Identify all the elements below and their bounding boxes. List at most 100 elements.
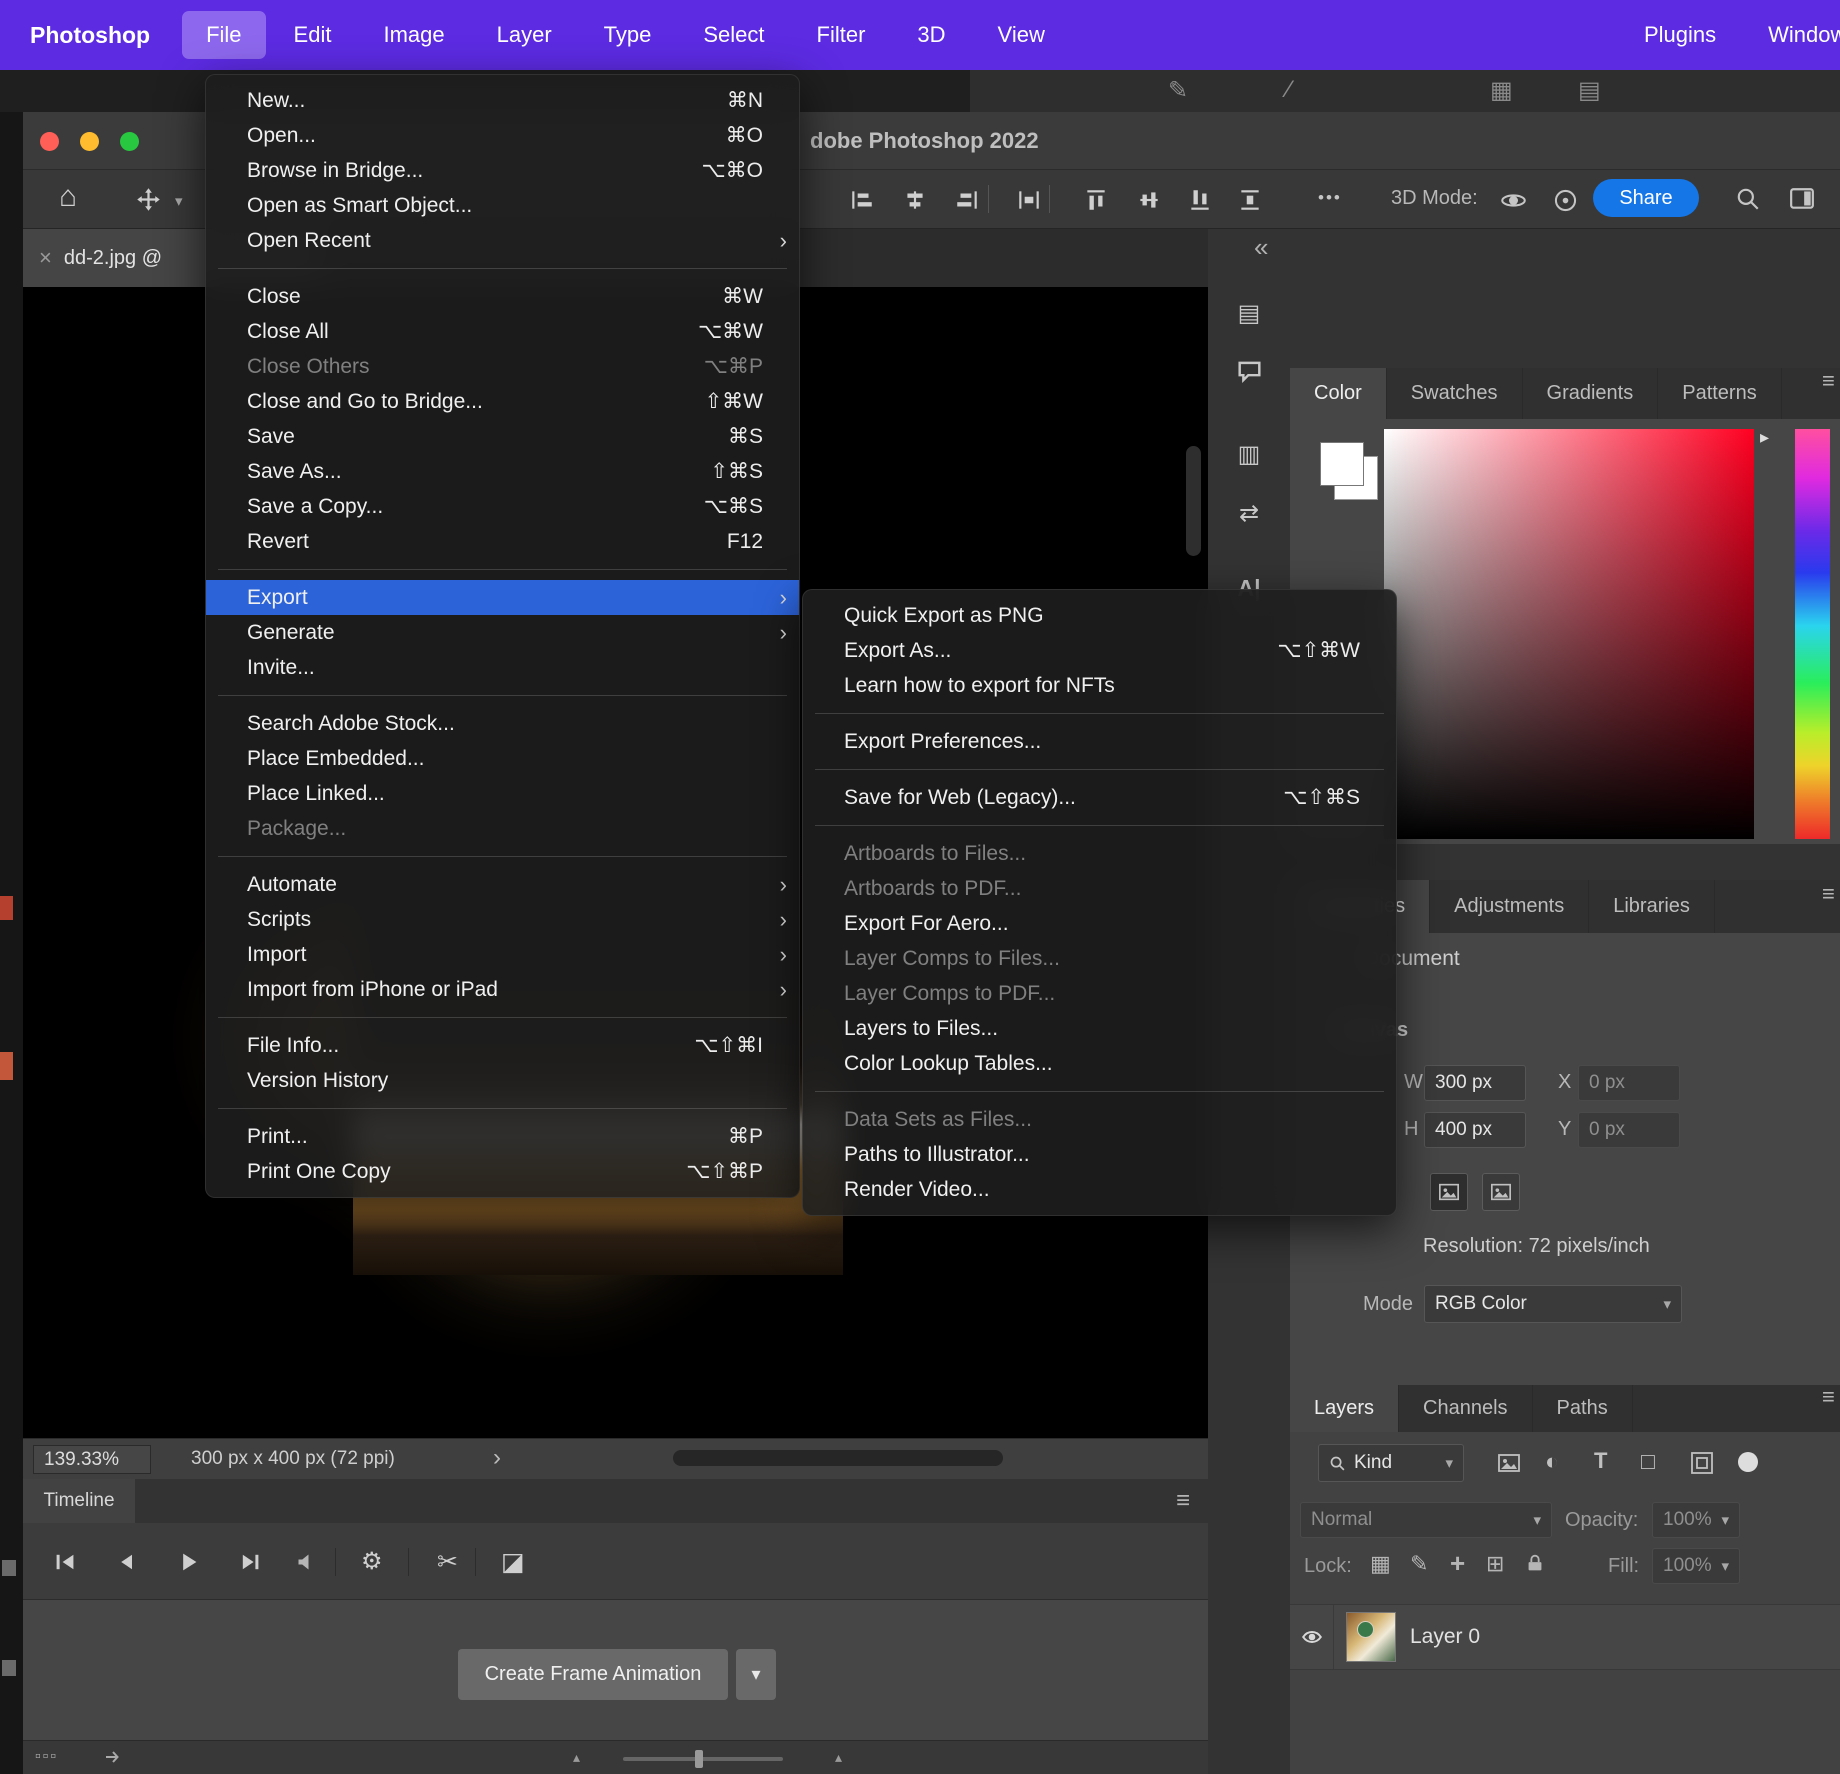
orbit-3d-icon[interactable] [1500,187,1527,214]
home-icon[interactable]: ⌂ [59,180,77,214]
menu-item[interactable]: Open... ⌘O [206,118,799,153]
collapse-panels-icon[interactable]: « [1254,232,1268,263]
menubar-item[interactable]: Type [580,11,676,59]
align-right-icon[interactable] [954,187,980,213]
next-frame-icon[interactable] [238,1550,262,1574]
tool-chevron-down-icon[interactable]: ▾ [175,192,183,210]
close-window-button[interactable] [40,132,59,151]
filter-image-layers-icon[interactable] [1497,1451,1521,1475]
menubar-item[interactable]: Filter [793,11,890,59]
transition-icon[interactable]: ◪ [501,1547,525,1577]
menu-item[interactable]: Data Sets as Files... [803,1102,1396,1137]
animation-type-dropdown[interactable]: ▾ [736,1649,776,1700]
tab-timeline[interactable]: Timeline [23,1479,135,1523]
menu-item[interactable]: Open Recent › [206,223,799,258]
menu-item[interactable]: Export For Aero... [803,906,1396,941]
menu-item[interactable]: Learn how to export for NFTs [803,668,1396,703]
color-mode-dropdown[interactable]: RGB Color ▾ [1424,1285,1682,1323]
menu-item[interactable]: Save a Copy... ⌥⌘S [206,489,799,524]
menu-item[interactable]: Quick Export as PNG [803,598,1396,633]
panel-tab[interactable]: Swatches [1387,368,1523,419]
opacity-field[interactable]: 100% ▾ [1652,1502,1740,1538]
menu-item[interactable]: Scripts › [206,902,799,937]
y-field[interactable]: 0 px [1578,1112,1680,1148]
search-icon[interactable] [1735,186,1761,212]
panel-tab[interactable]: Gradients [1523,368,1659,419]
menu-item[interactable]: Invite... [206,650,799,685]
info-panel-icon[interactable]: ▤ [1232,299,1266,328]
workspace-switcher-icon[interactable] [1789,186,1815,212]
orientation-portrait-icon[interactable] [1430,1173,1468,1211]
menu-item[interactable]: Artboards to PDF... [803,871,1396,906]
menu-item[interactable]: New... ⌘N [206,83,799,118]
fill-field[interactable]: 100% ▾ [1652,1548,1740,1584]
menubar-item[interactable]: Layer [473,11,576,59]
maximize-window-button[interactable] [120,132,139,151]
blend-mode-dropdown[interactable]: Normal ▾ [1300,1502,1552,1538]
zoom-level-field[interactable]: 139.33% [33,1445,151,1474]
timeline-settings-icon[interactable]: ⚙ [361,1547,383,1576]
distribute-horizontal-icon[interactable] [1016,187,1042,213]
lock-position-icon[interactable]: + [1450,1548,1465,1579]
layer-name[interactable]: Layer 0 [1410,1625,1480,1649]
menubar-item[interactable]: Window [1744,11,1840,59]
menu-item[interactable]: Close All ⌥⌘W [206,314,799,349]
menu-item[interactable]: Print... ⌘P [206,1119,799,1154]
menu-item[interactable]: Revert F12 [206,524,799,559]
distribute-vertical-icon[interactable] [1237,187,1263,213]
horizontal-scrollbar[interactable] [673,1450,1003,1466]
layer-filter-toggle[interactable] [1738,1452,1758,1472]
menu-item[interactable]: Generate › [206,615,799,650]
first-frame-icon[interactable] [53,1550,77,1574]
layer-visibility-toggle[interactable] [1290,1605,1334,1669]
close-tab-icon[interactable]: × [39,245,52,271]
menubar-item[interactable]: Image [359,11,468,59]
split-clip-icon[interactable]: ✂ [437,1547,458,1577]
panel-tab[interactable]: Patterns [1658,368,1781,419]
menu-item[interactable]: Print One Copy ⌥⇧⌘P [206,1154,799,1189]
create-frame-animation-button[interactable]: Create Frame Animation [458,1649,728,1700]
status-chevron-icon[interactable]: › [493,1444,501,1472]
menu-item[interactable]: Automate › [206,867,799,902]
menu-item[interactable]: Export › [206,580,799,615]
hue-slider[interactable] [1795,429,1830,839]
orientation-landscape-icon[interactable] [1482,1173,1520,1211]
panel-tab[interactable]: Paths [1533,1385,1633,1432]
menu-item[interactable]: Save As... ⇧⌘S [206,454,799,489]
filter-shape-layers-icon[interactable]: □ [1641,1448,1655,1475]
minimize-window-button[interactable] [80,132,99,151]
menu-item[interactable]: Layer Comps to Files... [803,941,1396,976]
menu-item[interactable]: Layer Comps to PDF... [803,976,1396,1011]
menu-item[interactable]: Search Adobe Stock... [206,706,799,741]
menu-item[interactable]: Export Preferences... [803,724,1396,759]
share-button[interactable]: Share [1593,179,1699,217]
move-tool-icon[interactable] [135,186,162,213]
align-bottom-icon[interactable] [1187,187,1213,213]
paragraph-styles-panel-icon[interactable]: ▥ [1232,440,1266,469]
menubar-item[interactable]: Edit [270,11,356,59]
menu-item[interactable]: Place Embedded... [206,741,799,776]
layers-panel-menu-icon[interactable]: ≡ [1822,1384,1837,1410]
menu-item[interactable]: Close and Go to Bridge... ⇧⌘W [206,384,799,419]
width-field[interactable]: 300 px [1424,1065,1526,1101]
menu-item[interactable]: Close ⌘W [206,279,799,314]
panel-tab[interactable]: Adjustments [1430,880,1589,933]
more-options-icon[interactable]: ••• [1318,188,1342,208]
x-field[interactable]: 0 px [1578,1065,1680,1101]
menubar-item[interactable]: 3D [893,11,969,59]
layer-thumbnail[interactable] [1346,1612,1396,1662]
menubar-item[interactable]: Plugins [1620,11,1740,59]
filter-adjustment-layers-icon[interactable]: ◐ [1545,1448,1559,1475]
menu-item[interactable]: Layers to Files... [803,1011,1396,1046]
foreground-color-swatch[interactable] [1320,442,1364,486]
panel-tab[interactable]: Layers [1290,1385,1399,1432]
align-center-horizontal-icon[interactable] [902,187,928,213]
audio-mute-icon[interactable] [296,1552,316,1572]
menubar-item[interactable]: Select [679,11,788,59]
menu-item[interactable]: File Info... ⌥⇧⌘I [206,1028,799,1063]
menu-item[interactable]: Open as Smart Object... [206,188,799,223]
convert-timeline-icon[interactable] [103,1748,123,1766]
panel-tab[interactable]: Libraries [1589,880,1715,933]
lock-all-icon[interactable] [1524,1552,1546,1574]
menu-item[interactable]: Package... [206,811,799,846]
